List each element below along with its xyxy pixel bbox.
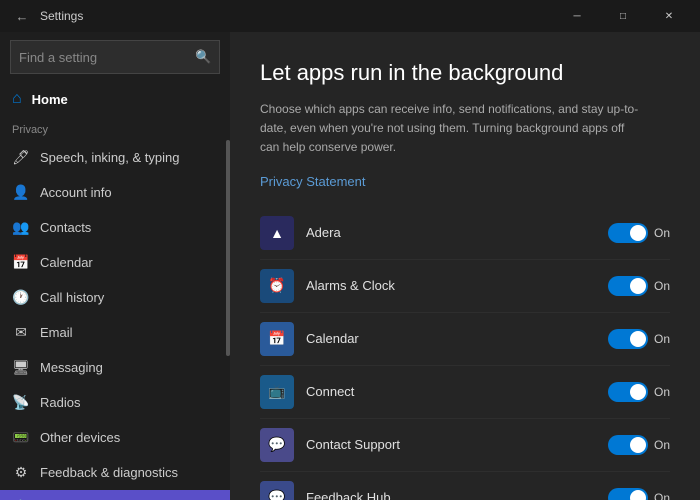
app-name: Feedback Hub — [306, 490, 596, 500]
app-icon: 📅 — [260, 322, 294, 356]
toggle-label: On — [654, 491, 670, 500]
search-box[interactable]: 🔍 — [10, 40, 220, 74]
app-icon: 💬 — [260, 428, 294, 462]
toggle-wrap: On — [608, 488, 670, 500]
toggle-wrap: On — [608, 329, 670, 349]
app-toggle[interactable] — [608, 488, 648, 500]
minimize-button[interactable]: ─ — [554, 0, 600, 32]
app-icon: ▲ — [260, 216, 294, 250]
sidebar-item-calendar[interactable]: 📅 Calendar — [0, 245, 230, 280]
sidebar-item-radios[interactable]: 📡 Radios — [0, 385, 230, 420]
app-toggle[interactable] — [608, 435, 648, 455]
email-icon: ✉ — [12, 324, 30, 341]
toggle-wrap: On — [608, 223, 670, 243]
privacy-statement-link[interactable]: Privacy Statement — [260, 174, 670, 189]
privacy-section-label: Privacy — [0, 116, 230, 140]
maximize-button[interactable]: □ — [600, 0, 646, 32]
home-label: Home — [32, 92, 68, 107]
app-icon: ⏰ — [260, 269, 294, 303]
app-icon: 📺 — [260, 375, 294, 409]
window-controls: ─ □ ✕ — [554, 0, 692, 32]
app-row: 💬 Contact Support On — [260, 419, 670, 472]
app-toggle[interactable] — [608, 382, 648, 402]
search-input[interactable] — [19, 50, 195, 65]
app-list: ▲ Adera On ⏰ Alarms & Clock On 📅 Calendar On 📺 Con… — [260, 207, 670, 500]
window-title: Settings — [36, 9, 554, 23]
page-title: Let apps run in the background — [260, 60, 670, 86]
toggle-label: On — [654, 226, 670, 240]
sidebar-item-contacts[interactable]: 👥 Contacts — [0, 210, 230, 245]
app-icon: 💬 — [260, 481, 294, 500]
feedback-icon: ⚙ — [12, 464, 30, 481]
radios-icon: 📡 — [12, 394, 30, 411]
app-name: Calendar — [306, 331, 596, 346]
callhistory-icon: 🕐 — [12, 289, 30, 306]
back-button[interactable]: ← — [8, 2, 36, 30]
app-toggle[interactable] — [608, 329, 648, 349]
sidebar: 🔍 ⌂ Home Privacy 🖊 Speech, inking, & typ… — [0, 32, 230, 500]
app-name: Adera — [306, 225, 596, 240]
app-row: ▲ Adera On — [260, 207, 670, 260]
app-name: Connect — [306, 384, 596, 399]
app-row: 📅 Calendar On — [260, 313, 670, 366]
app-row: 📺 Connect On — [260, 366, 670, 419]
toggle-label: On — [654, 438, 670, 452]
toggle-label: On — [654, 279, 670, 293]
home-item[interactable]: ⌂ Home — [0, 82, 230, 116]
app-row: ⏰ Alarms & Clock On — [260, 260, 670, 313]
sidebar-nav: 🖊 Speech, inking, & typing 👤 Account inf… — [0, 140, 230, 500]
otherdevices-icon: 📟 — [12, 429, 30, 446]
sidebar-item-speech[interactable]: 🖊 Speech, inking, & typing — [0, 140, 230, 175]
toggle-label: On — [654, 332, 670, 346]
search-icon: 🔍 — [195, 49, 211, 65]
toggle-wrap: On — [608, 276, 670, 296]
sidebar-item-messaging[interactable]: 🖥 Messaging — [0, 350, 230, 385]
sidebar-item-email[interactable]: ✉ Email — [0, 315, 230, 350]
contacts-icon: 👥 — [12, 219, 30, 236]
sidebar-item-feedback[interactable]: ⚙ Feedback & diagnostics — [0, 455, 230, 490]
app-toggle[interactable] — [608, 276, 648, 296]
account-icon: 👤 — [12, 184, 30, 201]
app-toggle[interactable] — [608, 223, 648, 243]
sidebar-item-account[interactable]: 👤 Account info — [0, 175, 230, 210]
page-description: Choose which apps can receive info, send… — [260, 100, 640, 158]
sidebar-item-callhistory[interactable]: 🕐 Call history — [0, 280, 230, 315]
messaging-icon: 🖥 — [12, 359, 30, 376]
home-icon: ⌂ — [12, 90, 22, 108]
main-layout: 🔍 ⌂ Home Privacy 🖊 Speech, inking, & typ… — [0, 32, 700, 500]
calendar-icon: 📅 — [12, 254, 30, 271]
app-row: 💬 Feedback Hub On — [260, 472, 670, 500]
title-bar: ← Settings ─ □ ✕ — [0, 0, 700, 32]
content-area: Let apps run in the background Choose wh… — [230, 32, 700, 500]
app-name: Contact Support — [306, 437, 596, 452]
app-name: Alarms & Clock — [306, 278, 596, 293]
toggle-wrap: On — [608, 382, 670, 402]
toggle-label: On — [654, 385, 670, 399]
toggle-wrap: On — [608, 435, 670, 455]
sidebar-item-otherdevices[interactable]: 📟 Other devices — [0, 420, 230, 455]
speech-icon: 🖊 — [12, 149, 30, 166]
close-button[interactable]: ✕ — [646, 0, 692, 32]
sidebar-item-backgroundapps[interactable]: 📋 Background apps — [0, 490, 230, 500]
